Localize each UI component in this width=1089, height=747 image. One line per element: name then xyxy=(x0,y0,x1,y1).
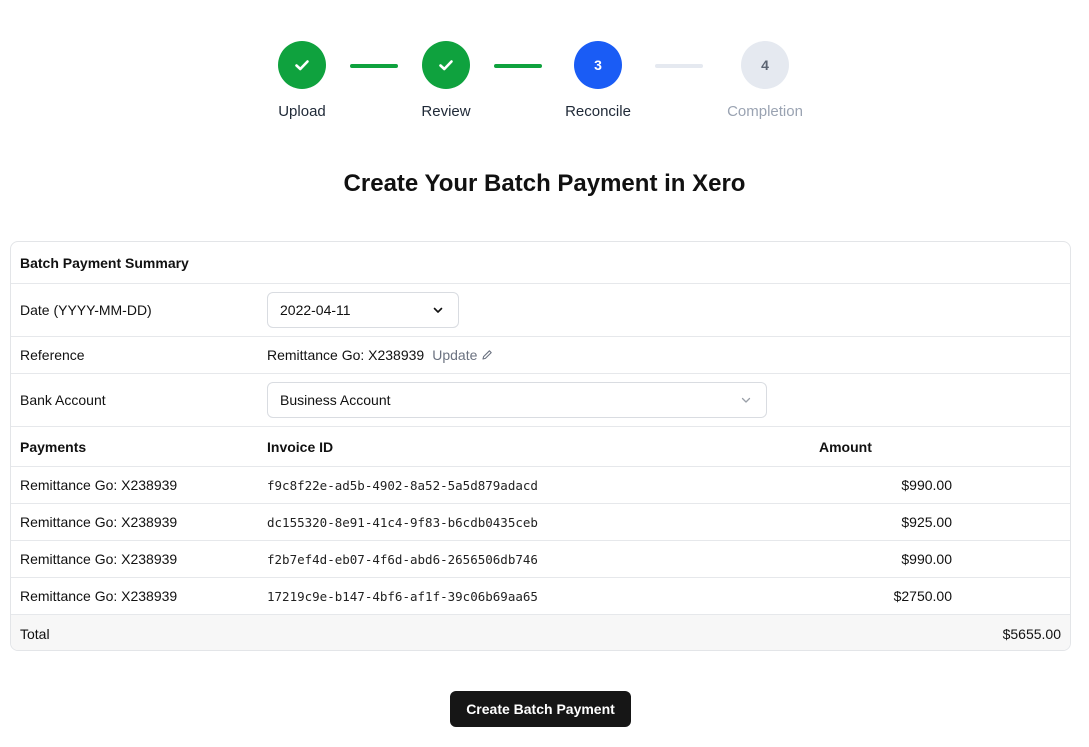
step-circle-reconcile: 3 xyxy=(574,41,622,89)
progress-stepper: Upload Review 3 Reconcile 4 Completion xyxy=(0,41,1089,131)
amount-cell: $2750.00 xyxy=(893,588,952,604)
payments-column-header: Payments xyxy=(20,438,87,455)
step-circle-completion: 4 xyxy=(741,41,789,89)
checkmark-icon xyxy=(295,60,309,71)
bank-account-label: Bank Account xyxy=(20,392,106,408)
reference-value: Remittance Go: X238939 xyxy=(267,347,425,363)
step-label-reconcile: Reconcile xyxy=(565,103,631,120)
amount-cell: $990.00 xyxy=(901,477,952,493)
summary-heading-row: Batch Payment Summary xyxy=(11,242,1070,284)
step-upload: Upload xyxy=(232,41,372,120)
table-row: Remittance Go: X238939 f2b7ef4d-eb07-4f6… xyxy=(11,541,1070,578)
step-label-completion: Completion xyxy=(727,103,803,120)
reference-label: Reference xyxy=(20,347,85,363)
step-circle-review xyxy=(422,41,470,89)
date-row: Date (YYYY-MM-DD) 2022-04-11 xyxy=(11,284,1070,337)
reference-row: Reference Remittance Go: X238939 Update xyxy=(11,337,1070,374)
amount-cell: $990.00 xyxy=(901,551,952,567)
table-row: Remittance Go: X238939 f9c8f22e-ad5b-490… xyxy=(11,467,1070,504)
bank-account-value: Business Account xyxy=(280,392,391,408)
invoice-id-cell: f2b7ef4d-eb07-4f6d-abd6-2656506db746 xyxy=(267,551,538,567)
date-select[interactable]: 2022-04-11 xyxy=(267,292,459,328)
summary-heading: Batch Payment Summary xyxy=(20,254,189,271)
chevron-down-icon xyxy=(433,307,443,313)
step-review: Review xyxy=(376,41,516,120)
page-title: Create Your Batch Payment in Xero xyxy=(343,170,746,197)
bank-account-select[interactable]: Business Account xyxy=(267,382,767,418)
total-label: Total xyxy=(20,625,50,642)
update-reference-link[interactable]: Update xyxy=(432,347,493,363)
invoice-id-cell: f9c8f22e-ad5b-4902-8a52-5a5d879adacd xyxy=(267,477,538,493)
invoice-id-column-header: Invoice ID xyxy=(267,438,334,455)
invoice-id-cell: 17219c9e-b147-4bf6-af1f-39c06b69aa65 xyxy=(267,588,538,604)
payment-cell: Remittance Go: X238939 xyxy=(20,514,178,530)
amount-column-header: Amount xyxy=(819,438,872,455)
bank-account-row: Bank Account Business Account xyxy=(11,374,1070,427)
step-reconcile: 3 Reconcile xyxy=(528,41,668,120)
payments-header-row: Payments Invoice ID Amount xyxy=(11,427,1070,467)
checkmark-icon xyxy=(439,60,453,71)
step-circle-upload xyxy=(278,41,326,89)
payment-cell: Remittance Go: X238939 xyxy=(20,551,178,567)
table-row: Remittance Go: X238939 17219c9e-b147-4bf… xyxy=(11,578,1070,615)
total-value: $5655.00 xyxy=(1002,625,1061,642)
reference-value-group: Remittance Go: X238939 Update xyxy=(267,337,493,373)
total-row: Total $5655.00 xyxy=(11,615,1070,650)
payment-cell: Remittance Go: X238939 xyxy=(20,477,178,493)
table-row: Remittance Go: X238939 dc155320-8e91-41c… xyxy=(11,504,1070,541)
step-label-upload: Upload xyxy=(278,103,326,120)
date-label: Date (YYYY-MM-DD) xyxy=(20,302,152,318)
invoice-id-cell: dc155320-8e91-41c4-9f83-b6cdb0435ceb xyxy=(267,514,538,530)
date-value: 2022-04-11 xyxy=(280,302,351,318)
chevron-down-icon xyxy=(741,397,751,403)
step-completion: 4 Completion xyxy=(695,41,835,120)
amount-cell: $925.00 xyxy=(901,514,952,530)
step-label-review: Review xyxy=(421,103,471,120)
payment-cell: Remittance Go: X238939 xyxy=(20,588,178,604)
create-batch-payment-button[interactable]: Create Batch Payment xyxy=(450,691,631,727)
pencil-icon xyxy=(482,350,493,360)
batch-payment-summary-card: Batch Payment Summary Date (YYYY-MM-DD) … xyxy=(10,241,1071,651)
update-label: Update xyxy=(432,347,478,363)
